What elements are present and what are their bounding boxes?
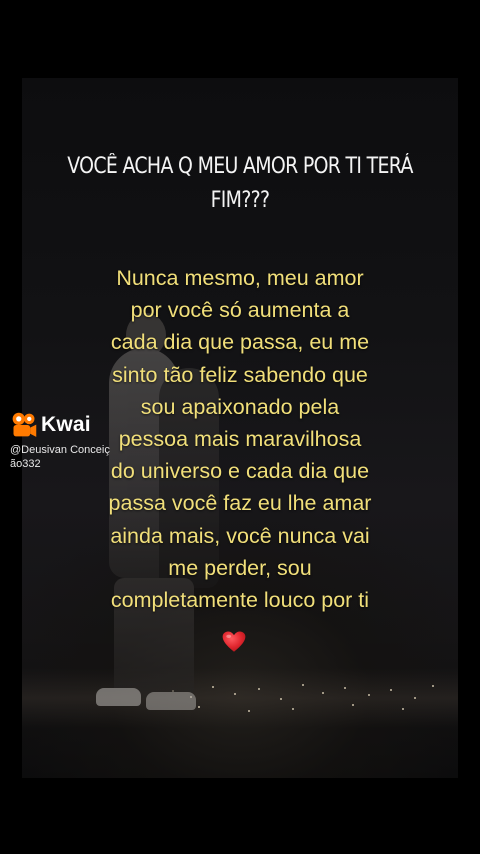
question-line: FIM??? xyxy=(210,188,270,213)
message-line: por você só aumenta a xyxy=(130,298,350,323)
message-line: me perder, sou xyxy=(168,555,312,580)
message-line: sinto tão feliz sabendo que xyxy=(112,362,368,387)
video-frame: VOCÊ ACHA Q MEU AMOR POR TI TERÁ FIM??? … xyxy=(0,0,480,854)
username-line: @Deusivan Conceiç xyxy=(10,444,110,456)
question-heading: VOCÊ ACHA Q MEU AMOR POR TI TERÁ FIM??? xyxy=(53,150,428,218)
kwai-logo-icon xyxy=(12,412,37,437)
love-message: Nunca mesmo, meu amor por você só aument… xyxy=(22,262,458,616)
kwai-username: @Deusivan Conceiç ão332 xyxy=(10,443,170,471)
message-line: Nunca mesmo, meu amor xyxy=(116,266,364,290)
message-line: passa você faz eu lhe amar xyxy=(108,491,372,516)
username-line: ão332 xyxy=(10,458,41,470)
question-line: VOCÊ ACHA Q MEU AMOR POR TI TERÁ xyxy=(67,154,413,179)
message-line: ainda mais, você nunca vai xyxy=(110,523,370,548)
kwai-brand-name: Kwai xyxy=(41,413,91,436)
message-line: completamente louco por ti xyxy=(110,588,370,613)
heart-emoji-icon xyxy=(222,631,246,652)
message-line: cada dia que passa, eu me xyxy=(110,330,370,355)
kwai-watermark: Kwai xyxy=(10,411,91,439)
